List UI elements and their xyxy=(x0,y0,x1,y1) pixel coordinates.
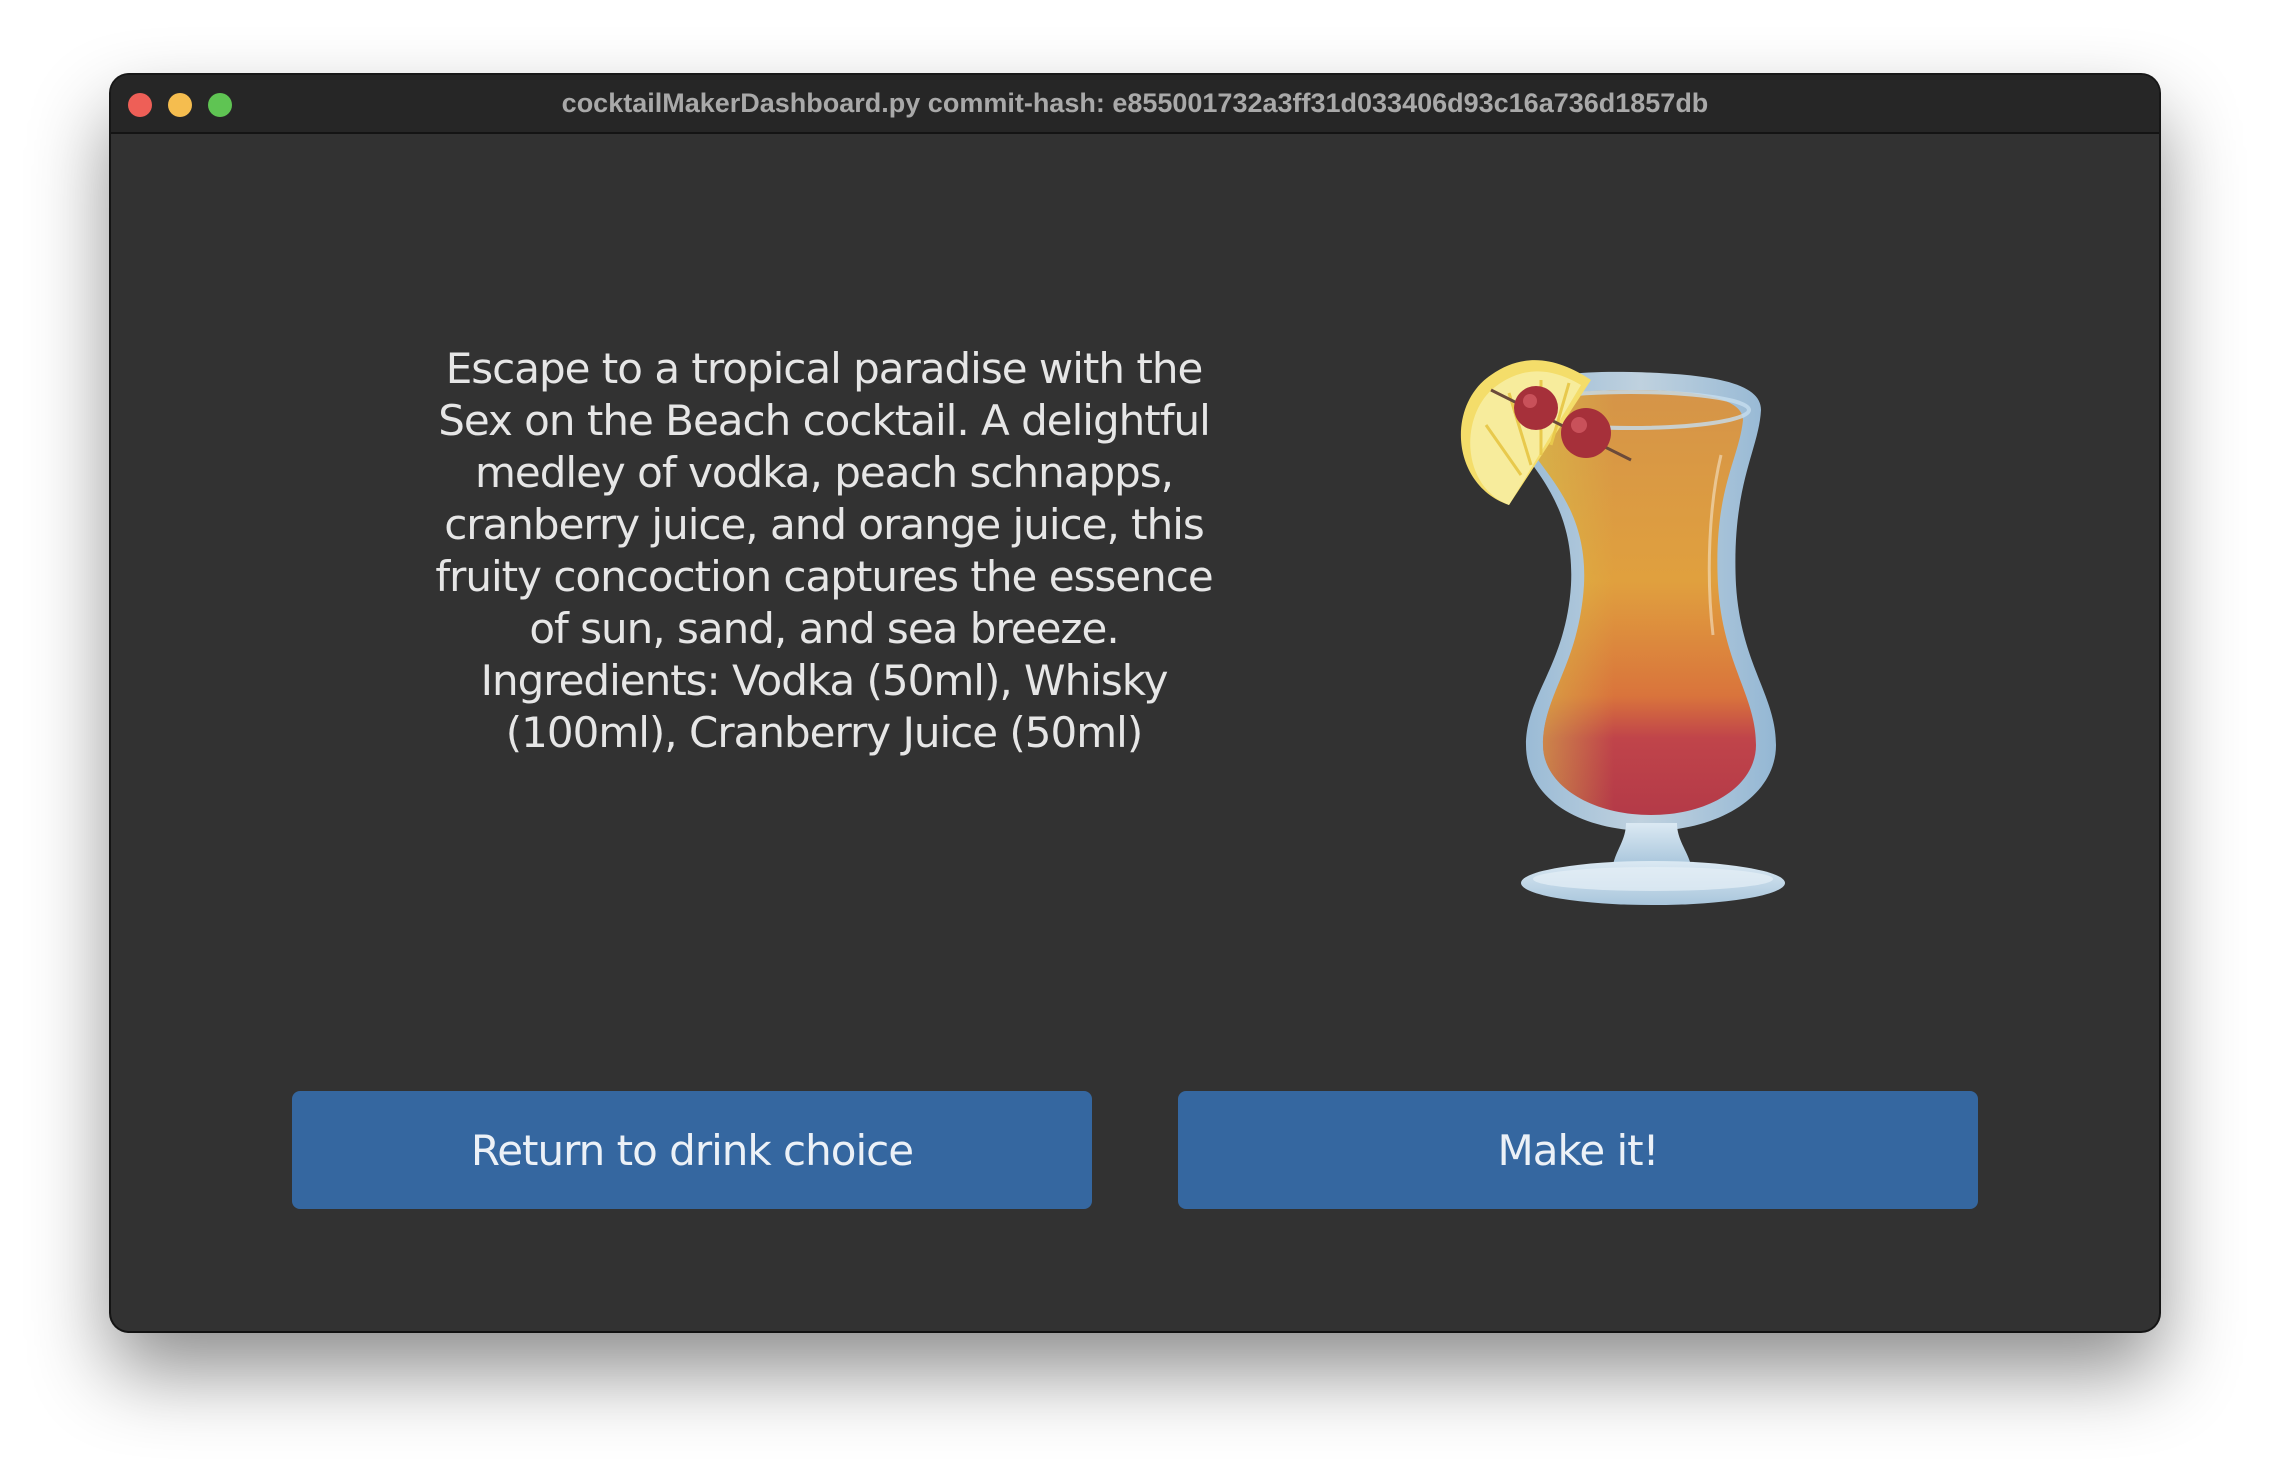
drink-description: Escape to a tropical paradise with the S… xyxy=(435,344,1213,757)
make-it-button[interactable]: Make it! xyxy=(1178,1091,1978,1209)
title-bar: cocktailMakerDashboard.py commit-hash: e… xyxy=(111,75,2159,134)
cocktail-glass-image xyxy=(1460,360,1785,905)
return-to-drink-choice-button[interactable]: Return to drink choice xyxy=(292,1091,1092,1209)
app-window: cocktailMakerDashboard.py commit-hash: e… xyxy=(111,75,2159,1331)
window-title: cocktailMakerDashboard.py commit-hash: e… xyxy=(561,88,1709,118)
